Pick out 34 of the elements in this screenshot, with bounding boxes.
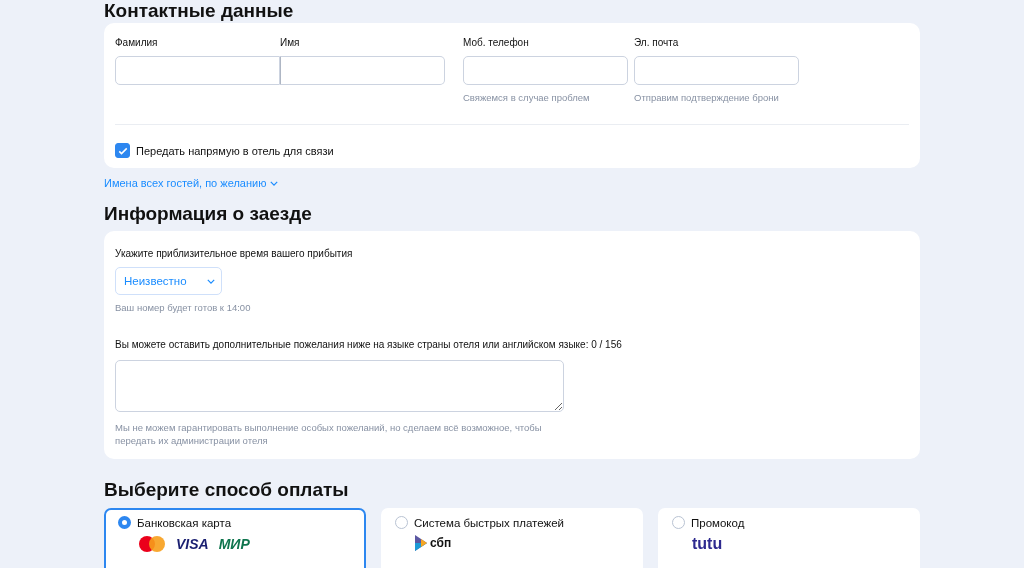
payment-option[interactable]: Банковская карта VISA МИР xyxy=(104,508,366,568)
field-label: Моб. телефон xyxy=(463,37,530,49)
visa-logo: VISA xyxy=(176,536,209,552)
wishes-textarea[interactable] xyxy=(115,360,564,412)
payment-option[interactable]: Промокод tutu xyxy=(658,508,920,568)
radio-button[interactable] xyxy=(672,516,685,529)
input-field[interactable] xyxy=(463,56,628,85)
card-logo-icon xyxy=(138,535,166,553)
chevron-down-icon xyxy=(270,180,279,186)
checkbox-label: Передать напрямую в отель для связи xyxy=(136,144,334,157)
field-hint: Отправим подтверждение брони xyxy=(634,91,780,104)
tutu-logo: tutu xyxy=(692,535,723,553)
field-hint: Ваш номер будет готов к 14:00 xyxy=(115,301,251,314)
input-field[interactable] xyxy=(115,56,280,85)
section-title: Выберите способ оплаты xyxy=(104,479,350,501)
section-title: Контактные данные xyxy=(104,0,295,22)
section-title: Информация о заезде xyxy=(104,203,313,225)
sbp-logo: сбп xyxy=(415,535,452,551)
triangle-icon xyxy=(415,535,427,551)
chevron-down-icon xyxy=(207,278,215,284)
mir-logo: МИР xyxy=(218,536,250,552)
field-hint: Мы не можем гарантировать выполнение особых пожеланий, но сделаем всё возможное, чтобы передать их администрации отеля xyxy=(115,421,543,447)
field-label: Укажите приблизительное время вашего прибытия xyxy=(115,248,353,260)
input-field[interactable] xyxy=(634,56,799,85)
radio-button[interactable] xyxy=(118,516,131,529)
field-label: Эл. почта xyxy=(634,37,680,49)
field-hint: Свяжемся в случае проблем xyxy=(463,91,591,104)
field-label: Вы можете оставить дополнительные пожелания ниже на языке страны отеля или английском языке: 0 / 156 xyxy=(115,339,622,351)
payment-option[interactable]: Система быстрых платежей сбп xyxy=(381,508,643,568)
field-label: Имя xyxy=(280,37,301,49)
radio-button[interactable] xyxy=(395,516,408,529)
checkbox[interactable] xyxy=(115,143,130,158)
field-label: Фамилия xyxy=(115,37,159,49)
input-field[interactable] xyxy=(280,56,445,85)
